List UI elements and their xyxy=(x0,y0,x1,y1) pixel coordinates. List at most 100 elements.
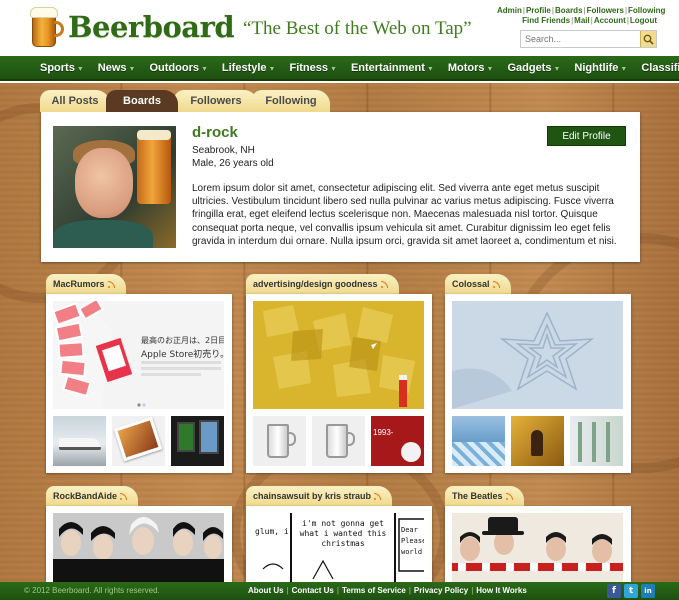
following-link[interactable]: Following xyxy=(628,6,665,15)
board-body: glum, i i'm not gonna get what i wanted … xyxy=(246,506,432,582)
site-logo[interactable]: Beerboard xyxy=(30,5,235,49)
search-icon xyxy=(643,34,654,45)
about-us-link[interactable]: About Us xyxy=(248,586,284,595)
thumbnail-text: 1993- xyxy=(373,428,394,437)
nav-item-fitness[interactable]: Fitness ▼ xyxy=(289,62,336,74)
nav-item-label: Sports xyxy=(40,61,75,74)
how-it-works-link[interactable]: How It Works xyxy=(476,586,527,595)
nav-item-label: Gadgets xyxy=(507,61,552,74)
board-title-tab[interactable]: advertising/design goodness xyxy=(246,274,399,294)
tab-following[interactable]: Following xyxy=(252,90,330,112)
board-title-tab[interactable]: MacRumors xyxy=(46,274,126,294)
nav-item-label: Outdoors xyxy=(149,61,199,74)
site-header: Beerboard “The Best of the Web on Tap” A… xyxy=(0,0,679,56)
nav-item-nightlife[interactable]: Nightlife ▼ xyxy=(574,62,627,74)
search-button[interactable] xyxy=(640,31,656,47)
profile-details: Male, 26 years old xyxy=(192,158,274,169)
nav-item-label: Classifieds xyxy=(641,61,679,74)
featured-image-text: Apple Store初売り。1/ xyxy=(141,350,224,360)
profile-bio: Lorem ipsum dolor sit amet, consectetur … xyxy=(192,183,617,247)
nav-item-label: Lifestyle xyxy=(221,61,267,74)
board-featured-image[interactable]: glum, i i'm not gonna get what i wanted … xyxy=(253,513,424,582)
tab-followers[interactable]: Followers xyxy=(174,90,258,112)
profile-name: d-rock xyxy=(192,124,238,141)
nav-item-label: Motors xyxy=(447,61,485,74)
board-title: MacRumors xyxy=(53,279,105,289)
board-title: The Beatles xyxy=(452,491,503,501)
privacy-link[interactable]: Privacy Policy xyxy=(414,586,468,595)
nav-item-outdoors[interactable]: Outdoors ▼ xyxy=(149,62,207,74)
board-thumbnail[interactable] xyxy=(253,416,306,466)
chevron-down-icon: ▼ xyxy=(426,65,434,73)
board-body xyxy=(445,506,631,582)
nav-item-label: Nightlife xyxy=(574,61,619,74)
copyright-text: © 2012 Beerboard. All rights reserved. xyxy=(24,586,160,595)
search-input[interactable] xyxy=(521,31,640,47)
board-featured-image[interactable]: 最高のお正月は、2日目に Apple Store初売り。1/ xyxy=(53,301,224,409)
board-featured-image[interactable] xyxy=(253,301,424,409)
followers-link[interactable]: Followers xyxy=(587,6,624,15)
board-thumbnail[interactable] xyxy=(53,416,106,466)
nav-item-label: Fitness xyxy=(289,61,328,74)
boards-link[interactable]: Boards xyxy=(555,6,583,15)
terms-link[interactable]: Terms of Service xyxy=(342,586,406,595)
nav-item-lifestyle[interactable]: Lifestyle ▼ xyxy=(222,62,276,74)
rss-icon[interactable] xyxy=(107,280,116,288)
edit-profile-button[interactable]: Edit Profile xyxy=(547,126,626,146)
board-title-tab[interactable]: RockBandAide xyxy=(46,486,139,506)
account-links: Admin|Profile|Boards|Followers|Following… xyxy=(497,6,666,25)
rss-icon[interactable] xyxy=(374,492,382,500)
board-featured-image[interactable] xyxy=(452,513,623,582)
tab-all-posts[interactable]: All Posts xyxy=(40,90,110,112)
board-thumbnail[interactable] xyxy=(171,416,224,466)
chevron-down-icon: ▼ xyxy=(200,65,208,73)
nav-item-sports[interactable]: Sports ▼ xyxy=(40,62,84,74)
board-thumbnail[interactable] xyxy=(511,416,564,466)
twitter-icon[interactable]: t xyxy=(624,584,638,598)
tab-label: Followers xyxy=(190,95,242,107)
chevron-down-icon: ▼ xyxy=(553,65,561,73)
admin-link[interactable]: Admin xyxy=(497,6,522,15)
board-title-tab[interactable]: The Beatles xyxy=(445,486,524,506)
nav-item-classifieds[interactable]: Classifieds▼ xyxy=(641,62,679,74)
board-thumbnail[interactable] xyxy=(452,416,505,466)
logo-text: Beerboard xyxy=(68,10,235,44)
linkedin-icon[interactable]: in xyxy=(641,584,655,598)
board-title-tab[interactable]: Colossal xyxy=(445,274,511,294)
find-friends-link[interactable]: Find Friends xyxy=(522,16,570,25)
board-thumbnail[interactable] xyxy=(112,416,165,466)
chevron-down-icon: ▼ xyxy=(128,65,136,73)
search-box xyxy=(520,30,657,48)
board-thumbnail[interactable]: 1993- xyxy=(371,416,424,466)
board-thumbnail[interactable] xyxy=(570,416,623,466)
board-featured-image[interactable] xyxy=(53,513,224,582)
category-nav: Sports ▼ News ▼ Outdoors ▼ Lifestyle ▼ Fitne… xyxy=(0,56,679,81)
nav-item-motors[interactable]: Motors ▼ xyxy=(448,62,494,74)
featured-image-text: 最高のお正月は、2日目に xyxy=(141,336,224,345)
profile-link[interactable]: Profile xyxy=(526,6,551,15)
rss-icon[interactable] xyxy=(380,280,389,288)
chevron-down-icon: ▼ xyxy=(620,65,628,73)
tab-label: Boards xyxy=(123,95,161,107)
logout-link[interactable]: Logout xyxy=(630,16,657,25)
rss-icon[interactable] xyxy=(120,492,128,500)
tab-boards[interactable]: Boards xyxy=(106,90,178,112)
board-body: 1993- xyxy=(246,294,432,473)
profile-card: d-rock Seabrook, NH Male, 26 years old L… xyxy=(41,112,640,262)
nav-item-news[interactable]: News ▼ xyxy=(98,62,136,74)
account-link[interactable]: Account xyxy=(594,16,626,25)
comic-text: i'm not gonna get what i wanted this chr… xyxy=(299,519,387,548)
rss-icon[interactable] xyxy=(492,280,501,288)
nav-item-entertainment[interactable]: Entertainment ▼ xyxy=(351,62,434,74)
nav-item-gadgets[interactable]: Gadgets ▼ xyxy=(507,62,560,74)
board-title: advertising/design goodness xyxy=(253,279,378,289)
board-title-tab[interactable]: chainsawsuit by kris straub xyxy=(246,486,393,506)
facebook-icon[interactable]: f xyxy=(607,584,621,598)
board-title: chainsawsuit by kris straub xyxy=(253,491,372,501)
nav-item-label: Entertainment xyxy=(350,61,425,74)
contact-us-link[interactable]: Contact Us xyxy=(292,586,334,595)
rss-icon[interactable] xyxy=(505,492,514,500)
mail-link[interactable]: Mail xyxy=(574,16,590,25)
board-thumbnail[interactable] xyxy=(312,416,365,466)
board-featured-image[interactable] xyxy=(452,301,623,409)
